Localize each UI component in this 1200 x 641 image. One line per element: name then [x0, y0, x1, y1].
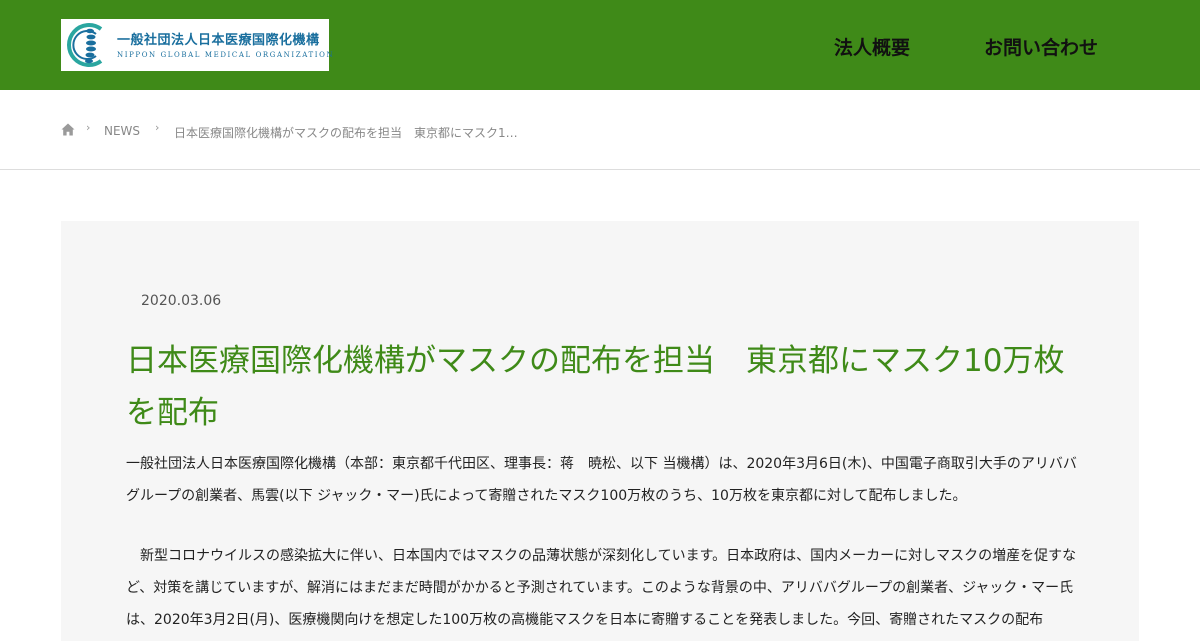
breadcrumb-news-link[interactable]: NEWS [104, 124, 140, 138]
site-logo[interactable]: 一般社団法人日本医療国際化機構 NIPPON GLOBAL MEDICAL OR… [61, 19, 333, 71]
nav-item-about[interactable]: 法人概要 [834, 33, 910, 60]
nav-item-contact[interactable]: お問い合わせ [984, 33, 1098, 60]
article-title: 日本医療国際化機構がマスクの配布を担当 東京都にマスク10万枚を配布 [126, 343, 1065, 431]
breadcrumb: › NEWS › 日本医療国際化機構がマスクの配布を担当 東京都にマスク1… [0, 90, 1200, 170]
logo-name-en: NIPPON GLOBAL MEDICAL ORGANIZATION [117, 51, 335, 59]
home-icon[interactable] [61, 123, 75, 136]
chevron-right-icon: › [155, 121, 160, 134]
article-card: 2020.03.06 日本医療国際化機構がマスクの配布を担当 東京都にマスク10… [61, 221, 1139, 641]
site-header: 一般社団法人日本医療国際化機構 NIPPON GLOBAL MEDICAL OR… [0, 0, 1200, 90]
logo-name-jp: 一般社団法人日本医療国際化機構 [117, 33, 320, 48]
article-paragraph: 新型コロナウイルスの感染拡大に伴い、日本国内ではマスクの品薄状態が深刻化していま… [126, 548, 1077, 628]
breadcrumb-current-page: 日本医療国際化機構がマスクの配布を担当 東京都にマスク1… [174, 126, 518, 140]
article-paragraph: 一般社団法人日本医療国際化機構（本部：東京都千代田区、理事長：蒋 暁松、以下 当… [126, 456, 1077, 504]
chevron-right-icon: › [86, 121, 91, 134]
logo-spine-icon [67, 23, 103, 67]
article-date: 2020.03.06 [141, 293, 222, 309]
